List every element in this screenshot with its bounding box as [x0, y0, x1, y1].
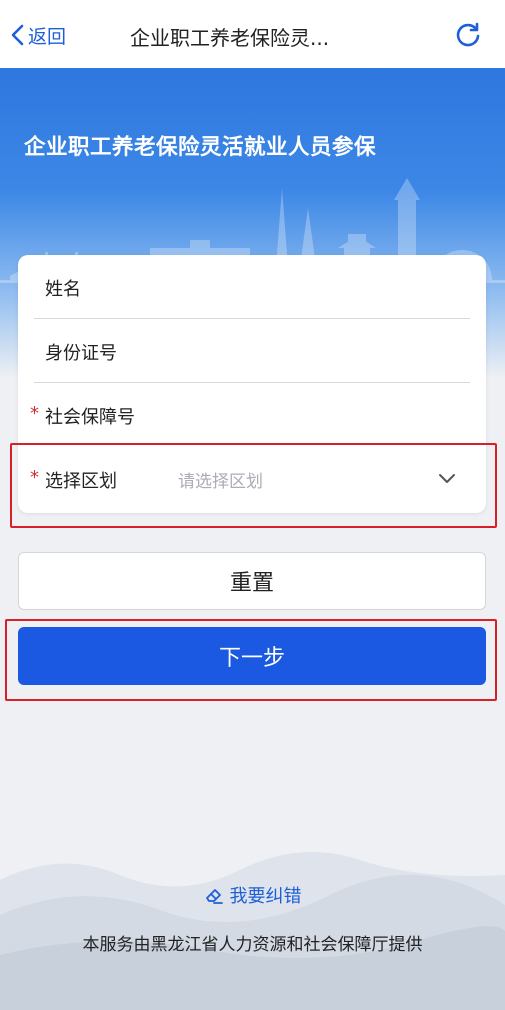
page-title: 企业职工养老保险灵...	[130, 26, 330, 50]
eraser-icon	[205, 889, 223, 904]
report-error-label: 我要纠错	[229, 886, 302, 907]
reset-button[interactable]: 重置	[18, 552, 486, 610]
service-provider-text: 本服务由黑龙江省人力资源和社会保障厅提供	[82, 935, 423, 955]
highlight-box	[5, 619, 497, 701]
id-number-field[interactable]: 身份证号	[18, 319, 486, 383]
mountain-illustration	[0, 852, 505, 1010]
chevron-left-icon	[11, 24, 24, 46]
social-security-number-field[interactable]: * 社会保障号	[18, 383, 486, 447]
id-number-label: 身份证号	[45, 343, 117, 364]
highlight-box	[10, 443, 497, 528]
back-label: 返回	[28, 25, 67, 48]
navigation-bar: 返回 企业职工养老保险灵...	[0, 0, 505, 69]
report-error-link[interactable]: 我要纠错	[0, 882, 505, 908]
required-mark: *	[30, 403, 39, 424]
hero-title: 企业职工养老保险灵活就业人员参保	[24, 135, 377, 160]
back-button[interactable]: 返回	[10, 20, 66, 50]
refresh-icon[interactable]	[455, 22, 481, 48]
name-label: 姓名	[45, 279, 81, 300]
name-field[interactable]: 姓名	[18, 255, 486, 319]
social-security-number-label: 社会保障号	[45, 407, 135, 428]
